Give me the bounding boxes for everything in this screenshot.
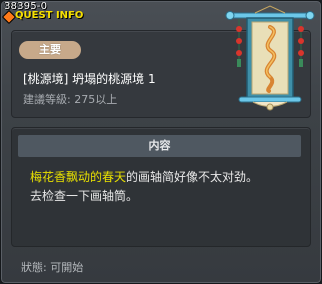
description-line-1: 梅花香飘动的春天的画轴简好像不太对劲。: [30, 168, 258, 185]
quest-status: 狀態: 可開始: [21, 261, 84, 274]
hanging-scroll-icon: [225, 5, 315, 111]
content-header: 内容: [18, 135, 301, 157]
quest-diamond-icon: [1, 9, 17, 25]
category-badge: 主要: [19, 41, 81, 59]
level-requirement: 建議等級: 275以上: [23, 93, 118, 106]
window-title: QUEST INFO: [15, 10, 84, 21]
description-line-2: 去检查一下画轴筒。: [30, 189, 139, 203]
description-line-1-text: 的画轴简好像不太对劲。: [126, 170, 259, 184]
quest-title: [桃源境] 坍塌的桃源境 1: [23, 72, 156, 86]
quest-info-window: 38395-0 QUEST INFO 主要 [桃源境] 坍塌的桃源境 1 建議等…: [0, 0, 322, 284]
description-highlight: 梅花香飘动的春天: [30, 170, 127, 184]
